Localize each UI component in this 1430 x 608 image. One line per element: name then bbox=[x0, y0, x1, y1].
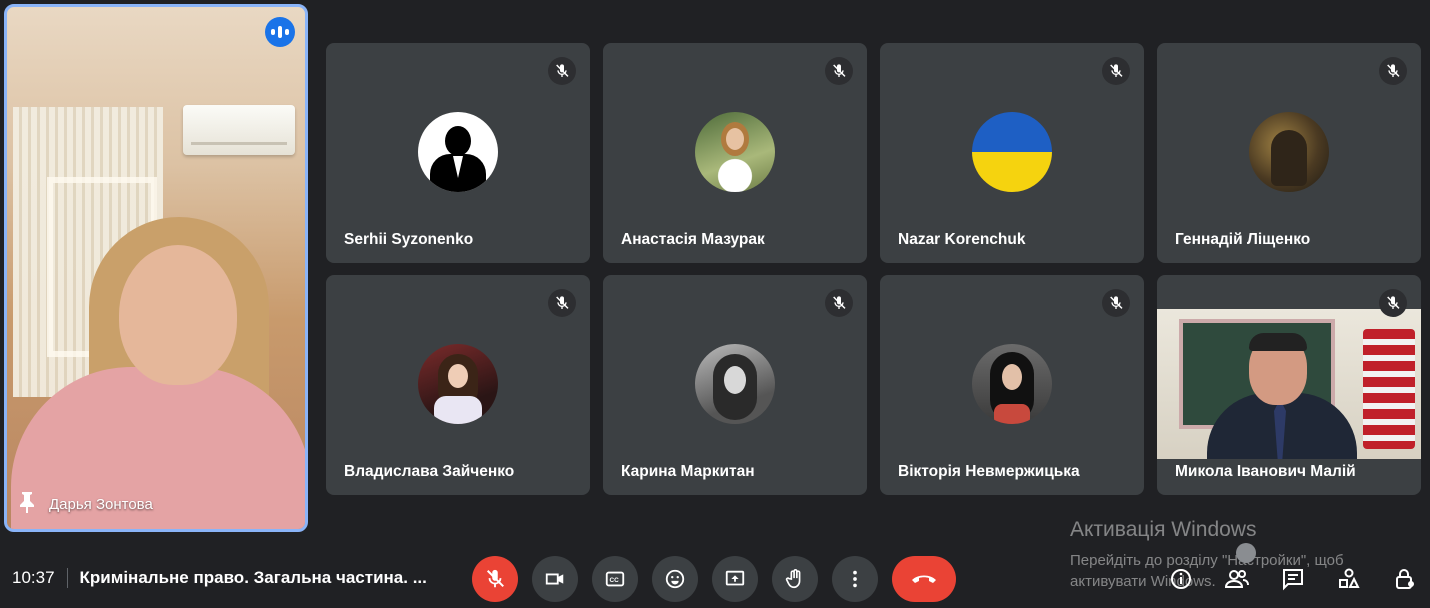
host-controls-button[interactable] bbox=[1382, 556, 1428, 602]
lock-person-icon bbox=[1396, 569, 1414, 589]
featured-name-row: Дарья Зонтова bbox=[19, 491, 153, 517]
avatar bbox=[695, 112, 775, 192]
air-conditioner bbox=[183, 105, 295, 155]
participant-tile[interactable]: Nazar Korenchuk bbox=[880, 43, 1144, 263]
mic-off-icon bbox=[1379, 57, 1407, 85]
more-options-button[interactable] bbox=[832, 556, 878, 602]
participant-name: Геннадій Ліщенко bbox=[1175, 231, 1311, 248]
participant-name: Карина Маркитан bbox=[621, 463, 755, 480]
activities-icon bbox=[1339, 568, 1360, 588]
avatar bbox=[695, 344, 775, 424]
meeting-title: Кримінальне право. Загальна частина. ... bbox=[79, 568, 427, 587]
participant-tile[interactable]: Карина Маркитан bbox=[603, 275, 867, 495]
meeting-info-button[interactable] bbox=[1158, 556, 1204, 602]
featured-video-tile[interactable]: Дарья Зонтова bbox=[4, 4, 308, 532]
mic-off-icon bbox=[548, 289, 576, 317]
watermark-title: Активація Windows bbox=[1070, 518, 1257, 541]
mic-toggle-button[interactable] bbox=[472, 556, 518, 602]
emoji-icon bbox=[665, 569, 685, 589]
chat-icon bbox=[1283, 569, 1303, 591]
participant-video-tile[interactable]: Микола Іванович Малій bbox=[1157, 275, 1421, 495]
chat-button[interactable] bbox=[1270, 556, 1316, 602]
avatar bbox=[1249, 112, 1329, 192]
person-face bbox=[119, 245, 237, 385]
emoji-reaction-button[interactable] bbox=[652, 556, 698, 602]
participant-name: Микола Іванович Малій bbox=[1175, 463, 1356, 480]
avatar bbox=[972, 344, 1052, 424]
avatar bbox=[418, 344, 498, 424]
more-vert-icon bbox=[853, 570, 857, 588]
divider bbox=[66, 568, 68, 588]
participant-name: Владислава Зайченко bbox=[344, 463, 515, 480]
hang-up-icon bbox=[912, 575, 936, 583]
avatar bbox=[418, 112, 498, 192]
camera-icon bbox=[545, 573, 564, 585]
call-controls: CC bbox=[472, 556, 956, 602]
activities-button[interactable] bbox=[1326, 556, 1372, 602]
captions-button[interactable]: CC bbox=[592, 556, 638, 602]
ukraine-flag-avatar bbox=[972, 112, 1052, 192]
svg-text:CC: CC bbox=[610, 577, 620, 584]
captions-icon: CC bbox=[605, 571, 625, 587]
pin-icon[interactable] bbox=[19, 491, 35, 517]
hand-icon bbox=[785, 569, 801, 589]
end-call-button[interactable] bbox=[892, 556, 956, 602]
participant-name: Анастасія Мазурак bbox=[621, 231, 765, 248]
participant-tile[interactable]: Serhii Syzonenko bbox=[326, 43, 590, 263]
participant-name: Nazar Korenchuk bbox=[898, 231, 1026, 248]
mic-off-icon bbox=[1102, 57, 1130, 85]
camera-toggle-button[interactable] bbox=[532, 556, 578, 602]
participant-video bbox=[1157, 309, 1421, 459]
mic-off-icon bbox=[486, 569, 504, 588]
participant-name: Serhii Syzonenko bbox=[344, 231, 474, 248]
featured-name: Дарья Зонтова bbox=[49, 495, 153, 513]
present-screen-button[interactable] bbox=[712, 556, 758, 602]
side-panel-controls bbox=[1158, 556, 1428, 602]
people-button[interactable] bbox=[1214, 556, 1260, 602]
info-icon bbox=[1171, 569, 1191, 589]
speaking-indicator-icon bbox=[265, 17, 295, 47]
mic-off-icon bbox=[825, 57, 853, 85]
participant-name: Вікторія Невмержицька bbox=[898, 463, 1080, 480]
participant-tile[interactable]: Владислава Зайченко bbox=[326, 275, 590, 495]
present-icon bbox=[725, 570, 745, 586]
participant-tile[interactable]: Анастасія Мазурак bbox=[603, 43, 867, 263]
participant-tile[interactable]: Вікторія Невмержицька bbox=[880, 275, 1144, 495]
people-icon bbox=[1224, 570, 1249, 588]
clock-time: 10:37 bbox=[12, 568, 55, 587]
mic-off-icon bbox=[825, 289, 853, 317]
raise-hand-button[interactable] bbox=[772, 556, 818, 602]
meeting-info: 10:37 Кримінальне право. Загальна частин… bbox=[12, 568, 427, 588]
mic-off-icon bbox=[548, 57, 576, 85]
mic-off-icon bbox=[1379, 289, 1407, 317]
mic-off-icon bbox=[1102, 289, 1130, 317]
participant-tile[interactable]: Геннадій Ліщенко bbox=[1157, 43, 1421, 263]
